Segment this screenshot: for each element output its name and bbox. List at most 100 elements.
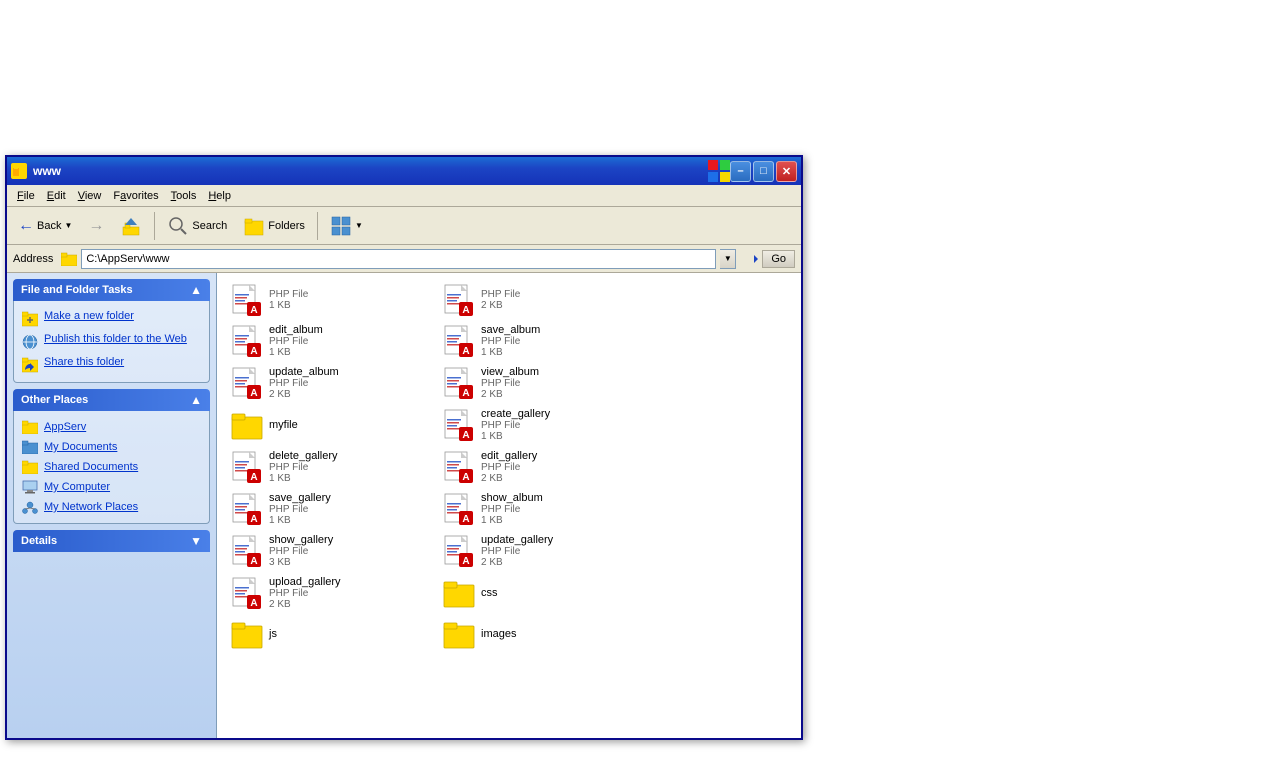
file-name: upload_gallery [269,576,341,588]
toolbar-separator-1 [154,212,155,240]
file-info: myfile [269,419,298,431]
go-label: Go [771,253,786,265]
list-item[interactable]: js [225,615,435,653]
file-size: 2 KB [481,473,537,484]
my-network-places-link[interactable]: My Network Places [22,497,201,517]
folders-label: Folders [268,220,305,232]
list-item[interactable]: A PHP File 1 KB [225,281,435,319]
file-name: save_gallery [269,492,331,504]
maximize-button[interactable]: □ [753,161,774,182]
list-item[interactable]: A edit_album PHP File 1 KB [225,321,435,361]
menu-view[interactable]: View [72,188,108,204]
file-type: PHP File [269,378,339,389]
up-button[interactable] [113,211,149,241]
svg-text:A: A [250,472,257,483]
file-folder-tasks-body: Make a new folder Publish this folder to… [13,301,210,383]
shared-documents-link[interactable]: Shared Documents [22,457,201,477]
list-item[interactable]: myfile [225,405,435,445]
file-size: 2 KB [269,389,339,400]
my-documents-link[interactable]: My Documents [22,437,201,457]
list-item[interactable]: A show_gallery PHP File 3 KB [225,531,435,571]
close-button[interactable]: ✕ [776,161,797,182]
php-file-icon: A [231,577,263,609]
file-info: view_album PHP File 2 KB [481,366,539,400]
file-name: view_album [481,366,539,378]
window-controls: – □ ✕ [730,161,797,182]
list-item[interactable]: A upload_gallery PHP File 2 KB [225,573,435,613]
file-folder-tasks-header[interactable]: File and Folder Tasks ▲ [13,279,210,301]
my-documents-icon [22,440,38,454]
file-size: 1 KB [269,515,331,526]
php-file-icon: A [443,409,475,441]
svg-text:A: A [462,430,469,441]
svg-text:A: A [462,346,469,357]
menu-tools[interactable]: Tools [165,188,203,204]
list-item[interactable]: css [437,573,647,613]
menu-file[interactable]: File [11,188,41,204]
window-title: www [33,164,708,178]
file-size: 1 KB [269,473,338,484]
my-computer-link[interactable]: My Computer [22,477,201,497]
folders-button[interactable]: Folders [236,211,312,241]
php-file-icon: A [443,325,475,357]
address-value: C:\AppServ\www [86,253,169,265]
svg-text:A: A [462,514,469,525]
back-label: Back [37,220,61,232]
forward-arrow-icon: → [88,217,104,235]
go-button[interactable]: Go [762,250,795,268]
file-name: delete_gallery [269,450,338,462]
list-item[interactable]: A edit_gallery PHP File 2 KB [437,447,647,487]
list-item[interactable]: A save_album PHP File 1 KB [437,321,647,361]
list-item[interactable]: A create_gallery PHP File 1 KB [437,405,647,445]
other-places-header[interactable]: Other Places ▲ [13,389,210,411]
php-file-icon: A [231,535,263,567]
list-item[interactable]: A update_gallery PHP File 2 KB [437,531,647,571]
collapse-icon: ▲ [190,283,202,297]
file-area[interactable]: A PHP File 1 KB [217,273,801,738]
list-item[interactable]: images [437,615,647,653]
make-new-folder-link[interactable]: Make a new folder [22,307,201,330]
file-name: css [481,587,498,599]
details-section: Details ▼ [13,530,210,552]
list-item[interactable]: A delete_gallery PHP File 1 KB [225,447,435,487]
list-item[interactable]: A update_album PHP File 2 KB [225,363,435,403]
file-type: PHP File [481,289,520,300]
list-item[interactable]: A save_gallery PHP File 1 KB [225,489,435,529]
publish-icon [22,334,38,350]
search-button[interactable]: Search [160,211,234,241]
svg-text:A: A [250,556,257,567]
php-file-icon: A [231,367,263,399]
svg-text:A: A [462,556,469,567]
publish-folder-link[interactable]: Publish this folder to the Web [22,330,201,353]
minimize-button[interactable]: – [730,161,751,182]
list-item[interactable]: A PHP File 2 KB [437,281,647,319]
share-folder-link[interactable]: Share this folder [22,353,201,376]
file-folder-tasks-section: File and Folder Tasks ▲ Make a new folde… [13,279,210,383]
my-documents-label: My Documents [44,441,117,453]
list-item[interactable]: A view_album PHP File 2 KB [437,363,647,403]
other-places-collapse-icon: ▲ [190,393,202,407]
file-type: PHP File [481,546,553,557]
other-places-section: Other Places ▲ AppServ [13,389,210,524]
details-header[interactable]: Details ▼ [13,530,210,552]
back-button[interactable]: ← Back ▼ [11,213,79,239]
up-icon [120,215,142,237]
menu-favorites[interactable]: Favorites [107,188,164,204]
list-item[interactable]: A show_album PHP File 1 KB [437,489,647,529]
views-button[interactable]: ▼ [323,211,370,241]
menu-help[interactable]: Help [202,188,237,204]
file-size: 1 KB [481,515,543,526]
menubar: File Edit View Favorites Tools Help [7,185,801,207]
other-places-label: Other Places [21,394,88,406]
menu-edit[interactable]: Edit [41,188,72,204]
file-size: 2 KB [481,300,520,311]
folder-icon [443,618,475,650]
xp-logo [708,160,730,182]
details-label: Details [21,535,57,547]
file-info: save_album PHP File 1 KB [481,324,540,358]
forward-button[interactable]: → [81,213,111,239]
appserv-link[interactable]: AppServ [22,417,201,437]
file-name: edit_gallery [481,450,537,462]
address-dropdown[interactable]: ▼ [720,249,736,269]
address-input[interactable]: C:\AppServ\www [81,249,716,269]
